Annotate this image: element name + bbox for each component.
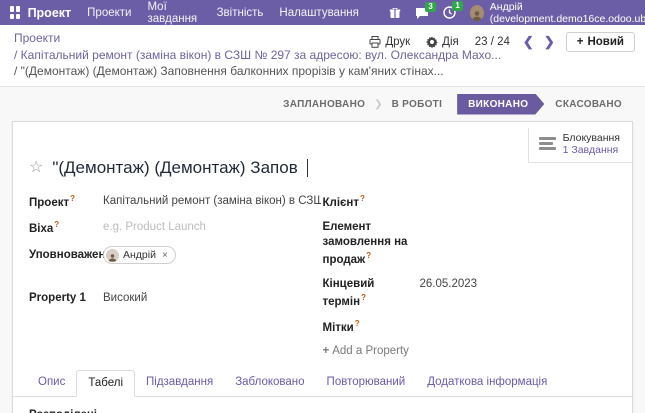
gear-icon xyxy=(426,36,439,48)
smart-button-title: Блокування xyxy=(562,131,620,144)
activities-badge: 1 xyxy=(452,1,463,11)
timesheet-tab-content: Розподілені години? 00:00 Прогрес? 0 % xyxy=(13,397,632,413)
tab-blocked[interactable]: Заблоковано xyxy=(224,370,315,396)
tags-label: Мітки? xyxy=(322,319,360,334)
text-cursor xyxy=(306,158,308,177)
user-menu[interactable]: Андрій (development.demo16ce.odoo.ubmsof… xyxy=(490,1,645,25)
stacked-bars-icon xyxy=(538,137,556,150)
activities-icon[interactable]: 1 xyxy=(443,1,463,19)
property1-label: Property 1 xyxy=(29,292,86,305)
messages-badge: 3 xyxy=(425,1,436,12)
control-panel: Проекти / Капітальний ремонт (заміна вік… xyxy=(0,25,645,87)
favorite-star-icon[interactable]: ☆ xyxy=(29,159,43,176)
action-button[interactable]: Дія xyxy=(426,36,459,48)
task-title-input[interactable]: "(Демонтаж) (Демонтаж) Запов xyxy=(52,158,297,178)
project-label: Проект? xyxy=(29,193,75,209)
field-milestone: Віха? e.g. Product Launch xyxy=(29,220,323,237)
help-marker: ? xyxy=(359,193,365,203)
field-project: Проект? Капітальний ремонт (заміна вікон… xyxy=(29,194,323,211)
field-customer: Клієнт? xyxy=(323,194,617,211)
form-sheet: Блокування 1 Завдання ☆ "(Демонтаж) (Дем… xyxy=(12,120,633,413)
field-sale-order-item: Елемент замовлення на продаж? xyxy=(323,220,617,268)
stage-separator-icon: ❯ xyxy=(374,98,383,110)
tab-description[interactable]: Опис xyxy=(27,370,76,396)
allocated-hours-label: Розподілені години? xyxy=(29,409,119,413)
menu-settings[interactable]: Налаштування xyxy=(279,7,358,19)
field-tags: Мітки? xyxy=(323,319,617,336)
pager-next-icon[interactable]: ❯ xyxy=(539,34,560,50)
print-label: Друк xyxy=(385,36,411,48)
stage-in-progress[interactable]: В РОБОТІ xyxy=(383,99,452,110)
field-assignees: Уповноважені? Андрій × xyxy=(29,246,323,267)
customer-label: Клієнт? xyxy=(322,193,365,209)
new-button[interactable]: + Новий xyxy=(565,32,635,52)
menu-reporting[interactable]: Звітність xyxy=(217,7,264,19)
assignees-label: Уповноважені? xyxy=(29,246,114,267)
sale-order-item-label: Елемент замовлення на продаж? xyxy=(322,220,408,266)
help-marker: ? xyxy=(361,292,366,302)
user-avatar[interactable] xyxy=(469,4,484,21)
topbar: Проект Проекти Мої завдання Звітність На… xyxy=(0,0,645,25)
plus-icon: + xyxy=(576,36,584,48)
statusbar: ЗАПЛАНОВАНО ❯ В РОБОТІ ВИКОНАНО СКАСОВАН… xyxy=(0,87,645,121)
breadcrumb-current: / "(Демонтаж) (Демонтаж) Заповнення балк… xyxy=(14,64,444,78)
tab-timesheets[interactable]: Табелі xyxy=(76,370,135,398)
gift-icon[interactable] xyxy=(389,7,401,19)
menu-my-tasks[interactable]: Мої завдання xyxy=(147,1,200,25)
deadline-label: Кінцевий термін? xyxy=(322,278,375,308)
milestone-label: Віха? xyxy=(29,219,60,235)
help-marker: ? xyxy=(54,219,60,229)
apps-grid-icon[interactable] xyxy=(10,6,20,19)
field-property1: Property 1 Високий xyxy=(29,291,323,307)
field-deadline: Кінцевий термін? 26.05.2023 xyxy=(323,277,617,310)
help-marker: ? xyxy=(366,250,372,260)
pager-prev-icon[interactable]: ❮ xyxy=(518,34,539,50)
assignee-tag[interactable]: Андрій × xyxy=(103,246,176,265)
assignee-name: Андрій xyxy=(123,249,156,262)
add-property-label: Add a Property xyxy=(332,345,409,358)
stage-done-active[interactable]: ВИКОНАНО xyxy=(457,94,544,115)
blocking-tasks-smart-button[interactable]: Блокування 1 Завдання xyxy=(527,127,632,163)
plus-icon: + xyxy=(322,345,330,358)
breadcrumb-root[interactable]: Проекти xyxy=(14,31,60,45)
smart-button-count: 1 Завдання xyxy=(562,143,619,156)
tab-recurrent[interactable]: Повторюваний xyxy=(316,370,417,396)
menu-projects[interactable]: Проекти xyxy=(87,7,131,19)
add-property-button[interactable]: + Add a Property xyxy=(323,345,617,357)
tag-remove-icon[interactable]: × xyxy=(162,249,168,263)
messages-icon[interactable]: 3 xyxy=(415,1,436,19)
deadline-value[interactable]: 26.05.2023 xyxy=(420,277,478,310)
fields-area: Проект? Капітальний ремонт (заміна вікон… xyxy=(13,190,632,358)
project-value[interactable]: Капітальний ремонт (заміна вікон) в СЗШ … xyxy=(103,194,321,211)
help-marker: ? xyxy=(70,193,75,203)
tab-extra-info[interactable]: Додаткова інформація xyxy=(416,370,558,396)
print-button[interactable]: Друк xyxy=(369,36,410,48)
notebook-tabs: Опис Табелі Підзавдання Заблоковано Повт… xyxy=(13,370,632,398)
action-label: Дія xyxy=(442,36,459,48)
stage-cancelled[interactable]: СКАСОВАНО xyxy=(546,99,631,110)
assignee-avatar xyxy=(106,248,119,262)
stage-planned[interactable]: ЗАПЛАНОВАНО xyxy=(274,99,374,110)
print-icon xyxy=(369,36,381,48)
pager-counter: 23 / 24 xyxy=(474,36,510,48)
property1-value[interactable]: Високий xyxy=(103,291,147,307)
tab-subtasks[interactable]: Підзавдання xyxy=(135,370,224,396)
help-marker: ? xyxy=(354,319,360,329)
new-label: Новий xyxy=(587,36,624,48)
app-name[interactable]: Проект xyxy=(28,6,72,20)
milestone-input[interactable]: e.g. Product Launch xyxy=(103,220,206,237)
